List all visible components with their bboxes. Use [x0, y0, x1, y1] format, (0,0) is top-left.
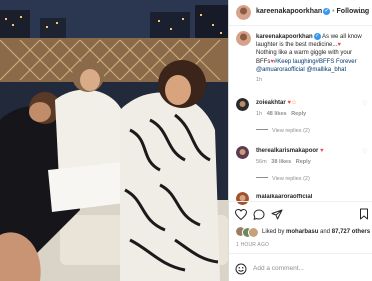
emoji-icon[interactable]: [235, 262, 247, 280]
comment-time: 56m: [256, 159, 267, 165]
liked-by: Liked by moharbasu and 87,727 others: [262, 229, 370, 235]
comment-icon[interactable]: [253, 207, 265, 225]
reply-button[interactable]: Reply: [296, 159, 311, 165]
author-avatar[interactable]: [236, 5, 251, 20]
comment-avatar[interactable]: [236, 192, 249, 205]
caption-text-4: BFFs: [256, 58, 271, 65]
red-heart-icon: ♥: [337, 42, 341, 49]
comment-username[interactable]: malaikaaroraofficial: [256, 194, 312, 200]
comment-meta: 1h 48 likes Reply: [256, 111, 306, 117]
liker-avatar[interactable]: [248, 227, 259, 238]
comment-row: malaikaaroraofficial: [256, 194, 312, 200]
comment-avatar[interactable]: [236, 98, 249, 111]
caption-text-2: laughter is the best medicine...: [256, 42, 338, 49]
liked-by-prefix: Liked by: [262, 229, 285, 235]
like-comment-icon[interactable]: ♡: [362, 100, 367, 107]
verified-icon: ✓: [313, 33, 321, 40]
comment-likes[interactable]: 38 likes: [271, 159, 291, 165]
view-replies[interactable]: View replies (2): [256, 176, 310, 182]
caption-mentions[interactable]: @amuaroraofficial @mallika_bhat: [256, 66, 370, 74]
comment-avatar[interactable]: [236, 146, 249, 159]
heart-icon[interactable]: [234, 207, 248, 225]
caption-hashtags[interactable]: #Keep laughing#BFFS Forever: [274, 59, 357, 65]
verified-icon: ✓: [323, 8, 331, 15]
comment-likes[interactable]: 48 likes: [267, 111, 287, 117]
liked-by-count[interactable]: 87,727 others: [332, 229, 370, 235]
post-timestamp: 1 HOUR AGO: [236, 242, 270, 248]
view-replies-label[interactable]: View replies (2): [272, 128, 310, 134]
caption: kareenakapoorkhan ✓ As we all know laught…: [256, 33, 370, 84]
caption-avatar[interactable]: [236, 31, 251, 46]
liked-by-and: and: [320, 229, 331, 235]
author-name[interactable]: kareenakapoorkhan: [256, 8, 322, 15]
smile-emoji-icon: ☺: [290, 100, 298, 106]
view-replies[interactable]: View replies (2): [256, 128, 310, 134]
caption-author[interactable]: kareenakapoorkhan: [256, 34, 313, 40]
comment-time: 1h: [256, 111, 263, 117]
comment-meta: 56m 38 likes Reply: [256, 159, 311, 165]
red-heart-icon: ♥: [320, 148, 324, 154]
like-comment-icon[interactable]: ♡: [362, 148, 367, 155]
liked-by-user[interactable]: moharbasu: [286, 229, 318, 235]
caption-timestamp: 1h: [256, 77, 263, 84]
bookmark-icon[interactable]: [359, 207, 369, 225]
comment-username[interactable]: therealkarismakapoor: [256, 148, 318, 154]
caption-text-3: Nothing like a warm giggle with your: [256, 50, 353, 57]
comment-row: zoieakhtar ♥☺: [256, 100, 297, 106]
post-side-panel: kareenakapoorkhan ✓ • Following ... karee…: [228, 0, 372, 281]
reply-button[interactable]: Reply: [291, 111, 306, 117]
more-options-icon[interactable]: ...: [359, 6, 366, 15]
view-replies-label[interactable]: View replies (2): [272, 176, 310, 182]
post-image: [0, 0, 228, 281]
post-photo[interactable]: [0, 0, 228, 281]
add-comment-input[interactable]: Add a comment...: [253, 265, 304, 272]
comment-row: therealkarismakapoor ♥: [256, 148, 324, 154]
caption-text-1: As we all know: [322, 34, 362, 40]
author-username[interactable]: kareenakapoorkhan ✓ • Following: [256, 8, 369, 15]
comment-username[interactable]: zoieakhtar: [256, 100, 286, 106]
share-icon[interactable]: [271, 207, 283, 225]
